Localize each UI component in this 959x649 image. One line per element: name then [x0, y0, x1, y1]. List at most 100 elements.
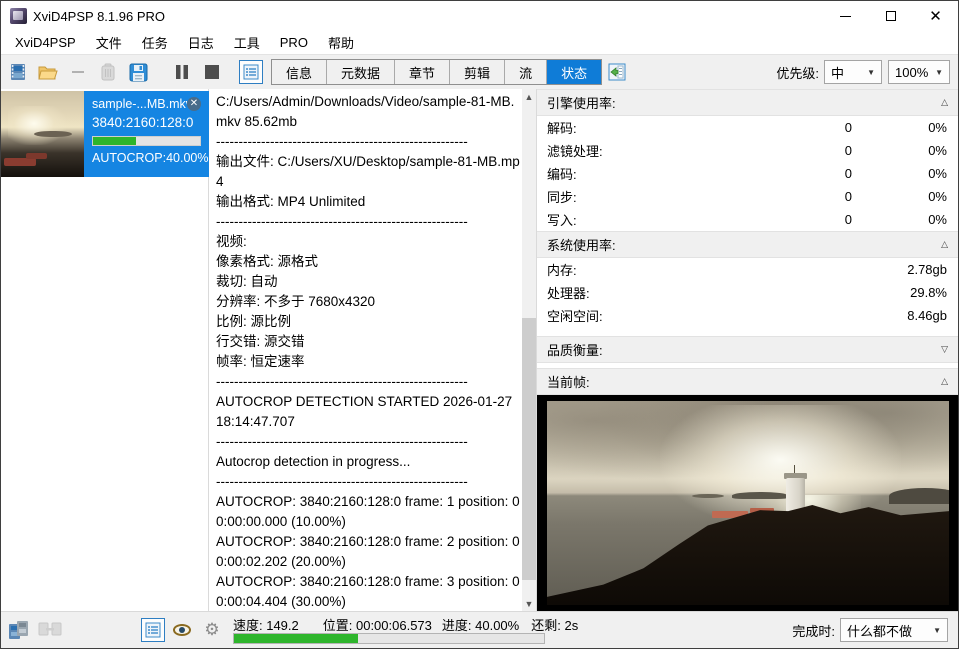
task-status-value: 40.00% [166, 151, 208, 165]
collapse-icon[interactable]: △ [941, 239, 948, 250]
status-panel: 引擎使用率: △ 解码: 0 0% 滤镜处理: 0 0% 编码: 0 0% 同步… [536, 89, 958, 611]
task-status-label: AUTOCROP: [92, 151, 166, 165]
menu-bar: XviD4PSP 文件 任务 日志 工具 PRO 帮助 [1, 31, 958, 54]
priority-label: 优先级: [776, 63, 819, 82]
stop-button[interactable] [199, 59, 225, 85]
folder-open-icon [38, 64, 58, 81]
film-icon [9, 63, 27, 81]
open-folder-button[interactable] [35, 59, 61, 85]
stat-row-encode: 编码: 0 0% [537, 162, 958, 185]
menu-tasks[interactable]: 任务 [132, 31, 178, 54]
title-bar: XviD4PSP 8.1.96 PRO ✕ [1, 1, 958, 31]
status-bar: ⚙ 速度: 149.2 位置: 00:00:06.573 进度: 40.00% … [1, 611, 958, 648]
on-complete-label: 完成时: [792, 621, 835, 640]
minimize-button[interactable] [823, 1, 868, 31]
menu-file[interactable]: 文件 [86, 31, 132, 54]
task-crop-value: 3840:2160:128:0 [92, 115, 201, 130]
scrollbar-thumb[interactable] [522, 318, 536, 580]
join-videos-button[interactable] [7, 617, 33, 643]
tab-status[interactable]: 状态 [547, 60, 601, 84]
lighthouse [786, 478, 804, 513]
app-window: XviD4PSP 8.1.96 PRO ✕ XviD4PSP 文件 任务 日志 … [0, 0, 959, 649]
toolbar: 信息 元数据 章节 剪辑 流 状态 优先级: 中 ▼ 100% ▼ [1, 54, 958, 89]
menu-help[interactable]: 帮助 [318, 31, 364, 54]
stat-row-filtering: 滤镜处理: 0 0% [537, 139, 958, 162]
task-progress-fill [93, 137, 136, 145]
minimize-icon [840, 16, 851, 17]
section-system-usage[interactable]: 系统使用率: △ [537, 231, 958, 258]
scroll-up-icon[interactable]: ▲ [522, 89, 536, 104]
stop-icon [204, 64, 220, 80]
zoom-select[interactable]: 100% ▼ [888, 60, 950, 84]
link-videos-button [37, 617, 63, 643]
maximize-button[interactable] [868, 1, 913, 31]
progress-text: 进度: 40.00% [442, 615, 519, 634]
frame-photo [547, 401, 949, 605]
open-video-button[interactable] [5, 59, 31, 85]
toggle-log-button-bottom[interactable] [141, 618, 165, 642]
on-complete-select[interactable]: 什么都不做 ▼ [840, 618, 948, 642]
remaining-text: 还剩: 2s [531, 615, 578, 634]
task-thumbnail[interactable] [1, 91, 84, 177]
task-card[interactable]: sample-...MB.mkv ✕ 3840:2160:128:0 AUTOC… [84, 91, 209, 177]
list-icon [145, 622, 161, 638]
stat-row-write: 写入: 0 0% [537, 208, 958, 231]
list-icon [243, 64, 259, 80]
close-icon: ✕ [929, 9, 942, 24]
encode-progress-block: 速度: 149.2 位置: 00:00:06.573 进度: 40.00% 还剩… [233, 616, 558, 644]
scroll-down-icon[interactable]: ▼ [522, 596, 536, 611]
current-frame-preview [537, 395, 958, 611]
films-icon [8, 620, 32, 640]
remove-task-button [65, 59, 91, 85]
section-quality-measure[interactable]: 品质衡量: ▽ [537, 336, 958, 363]
stat-row-sync: 同步: 0 0% [537, 185, 958, 208]
menu-tools[interactable]: 工具 [224, 31, 270, 54]
section-current-frame[interactable]: 当前帧: △ [537, 368, 958, 395]
menu-xvid4psp[interactable]: XviD4PSP [5, 33, 86, 52]
app-icon [10, 8, 27, 24]
film-link-icon [38, 621, 62, 639]
tab-bar: 信息 元数据 章节 剪辑 流 状态 [271, 59, 602, 85]
preview-button[interactable] [169, 617, 195, 643]
log-scrollbar[interactable]: ▲ ▼ [522, 89, 536, 611]
toggle-log-button[interactable] [239, 60, 263, 84]
tab-info[interactable]: 信息 [272, 60, 327, 84]
stat-row-free-space: 空闲空间: 8.46gb [537, 304, 958, 327]
section-engine-usage[interactable]: 引擎使用率: △ [537, 89, 958, 116]
settings-button[interactable]: ⚙ [199, 617, 225, 643]
window-title: XviD4PSP 8.1.96 PRO [33, 9, 165, 24]
speed-text: 速度: 149.2 [233, 615, 299, 634]
on-complete-value: 什么都不做 [847, 621, 912, 640]
menu-log[interactable]: 日志 [178, 31, 224, 54]
zoom-value: 100% [895, 65, 928, 80]
collapse-icon[interactable]: △ [941, 97, 948, 108]
tab-metadata[interactable]: 元数据 [327, 60, 395, 84]
minus-icon [72, 71, 84, 73]
stat-row-memory: 内存: 2.78gb [537, 258, 958, 281]
chevron-down-icon: ▼ [933, 626, 941, 635]
collapse-icon[interactable]: △ [941, 376, 948, 387]
chevron-down-icon: ▼ [935, 68, 943, 77]
panel-add-icon [608, 63, 626, 81]
expand-icon[interactable]: ▽ [941, 344, 948, 355]
eye-icon [173, 624, 191, 636]
tab-chapters[interactable]: 章节 [395, 60, 450, 84]
task-name: sample-...MB.mkv [92, 97, 187, 111]
encode-save-button[interactable] [125, 59, 151, 85]
tab-streams[interactable]: 流 [505, 60, 547, 84]
menu-pro[interactable]: PRO [270, 33, 318, 52]
close-button[interactable]: ✕ [913, 1, 958, 31]
pause-icon [174, 64, 190, 80]
attach-panel-button[interactable] [604, 59, 630, 85]
status-log-panel: C:/Users/Admin/Downloads/Video/sample-81… [209, 89, 536, 611]
priority-select[interactable]: 中 ▼ [824, 60, 882, 84]
task-close-icon[interactable]: ✕ [187, 97, 201, 111]
pause-button[interactable] [169, 59, 195, 85]
log-text[interactable]: C:/Users/Admin/Downloads/Video/sample-81… [209, 89, 522, 611]
stat-row-decode: 解码: 0 0% [537, 116, 958, 139]
task-list-panel: sample-...MB.mkv ✕ 3840:2160:128:0 AUTOC… [1, 89, 209, 611]
save-icon [129, 63, 148, 82]
encode-progress-fill [234, 634, 358, 643]
gear-icon: ⚙ [204, 620, 219, 640]
tab-editing[interactable]: 剪辑 [450, 60, 505, 84]
